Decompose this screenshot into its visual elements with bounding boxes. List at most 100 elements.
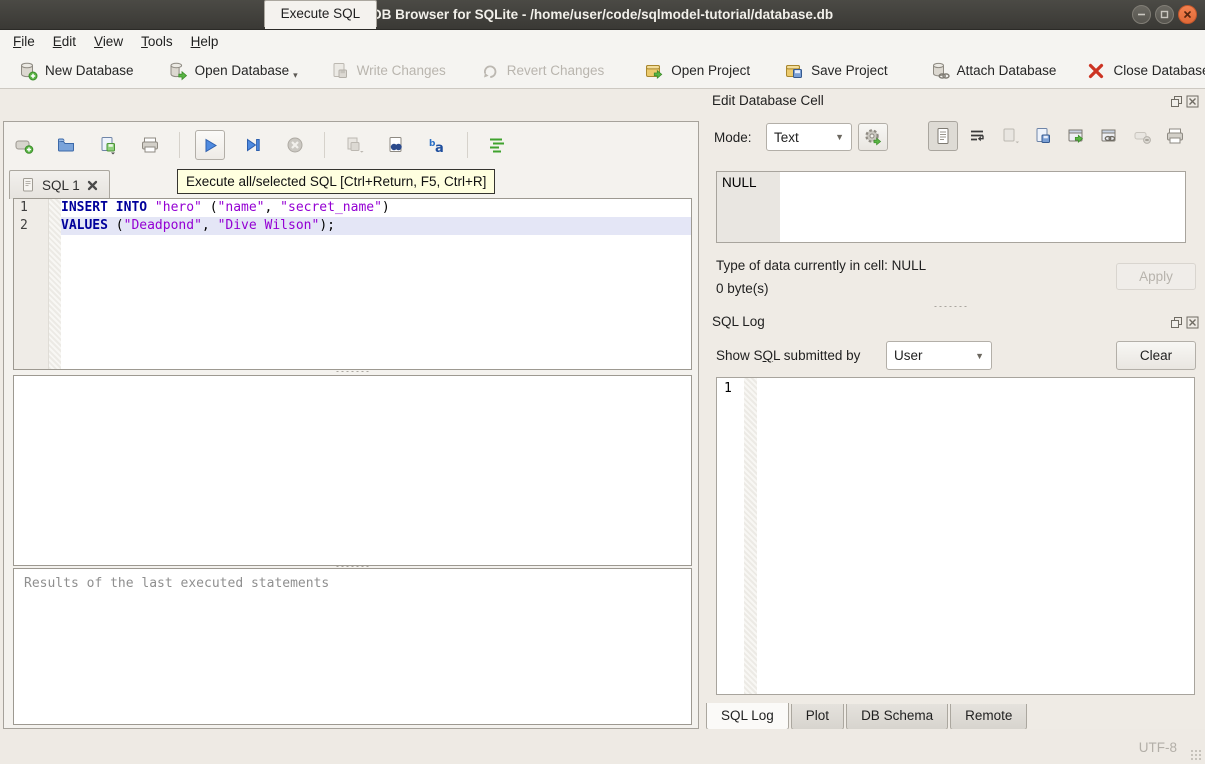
cell-type-info: Type of data currently in cell: NULL — [716, 258, 926, 273]
results-grid-pane[interactable] — [13, 375, 692, 566]
sql-log-title: SQL Log — [712, 314, 765, 329]
save-file-icon — [98, 135, 118, 155]
log-filter-combobox[interactable]: User ▼ — [886, 341, 992, 370]
menu-help[interactable]: Help — [182, 30, 228, 53]
open-database-label: Open Database — [195, 63, 290, 78]
cell-toolbar — [928, 121, 1189, 151]
log-filter-label: Show SQL submitted by — [716, 348, 860, 363]
revert-changes-label: Revert Changes — [507, 63, 605, 78]
float-panel-icon[interactable] — [1170, 95, 1183, 108]
auto-apply-button[interactable] — [858, 123, 888, 151]
log-filter-value: User — [894, 348, 923, 363]
mode-value: Text — [774, 130, 799, 145]
printer-icon — [1165, 126, 1185, 146]
word-wrap-icon — [967, 126, 987, 146]
minimize-button[interactable] — [1132, 5, 1151, 24]
format-sql-button[interactable] — [483, 131, 511, 159]
minimize-icon — [1136, 9, 1147, 20]
close-sql-tab-icon[interactable] — [86, 179, 99, 192]
tab-sql-log[interactable]: SQL Log — [706, 703, 789, 730]
editor-results-splitter[interactable] — [13, 369, 690, 374]
edit-cell-title: Edit Database Cell — [712, 93, 824, 108]
write-changes-icon — [330, 61, 350, 81]
execute-line-icon — [243, 135, 263, 155]
right-dock: Edit Database Cell Mode: Text ▼ — [700, 90, 1205, 729]
maximize-button[interactable] — [1155, 5, 1174, 24]
close-panel-icon[interactable] — [1186, 95, 1199, 108]
sql-toolbar-separator — [179, 132, 180, 158]
tab-remote[interactable]: Remote — [950, 704, 1027, 730]
clear-log-button[interactable]: Clear — [1116, 341, 1196, 370]
titlebar[interactable]: DB Browser for SQLite - /home/user/code/… — [0, 0, 1205, 30]
sql-editor[interactable]: 1 2 INSERT INTO "hero" ("name", "secret_… — [13, 198, 692, 370]
attach-database-button[interactable]: Attach Database — [920, 57, 1067, 85]
close-button[interactable] — [1178, 5, 1197, 24]
open-project-button[interactable]: Open Project — [634, 57, 760, 85]
revert-changes-icon — [480, 61, 500, 81]
sql-doc-tab-label: SQL 1 — [42, 178, 80, 193]
sql-log-view[interactable]: 1 — [716, 377, 1195, 695]
encoding-indicator[interactable]: UTF-8 — [1139, 740, 1177, 755]
window-title: DB Browser for SQLite - /home/user/code/… — [372, 0, 833, 30]
import-icon — [999, 126, 1021, 146]
tab-db-schema[interactable]: DB Schema — [846, 704, 948, 730]
copy-link-button[interactable] — [1095, 122, 1123, 150]
save-results-icon — [343, 135, 365, 155]
code-line-2-current: VALUES ("Deadpond", "Dive Wilson"); — [61, 217, 691, 235]
export-cell-button[interactable] — [1029, 122, 1057, 150]
log-line-number: 1 — [717, 378, 744, 694]
dock-tab-bar: SQL Log Plot DB Schema Remote — [706, 704, 1027, 730]
print-cell-button[interactable] — [1161, 122, 1189, 150]
execute-line-button[interactable] — [239, 131, 267, 159]
find-replace-button[interactable] — [382, 131, 410, 159]
sql-doc-tab[interactable]: SQL 1 — [9, 170, 110, 199]
dock-splitter[interactable] — [900, 304, 1000, 309]
results-message-pane[interactable]: Results of the last executed statements — [13, 568, 692, 725]
execute-all-button[interactable] — [195, 130, 225, 160]
menu-tools[interactable]: Tools — [132, 30, 182, 53]
word-wrap-button[interactable] — [963, 122, 991, 150]
text-mode-button[interactable] — [928, 121, 958, 151]
menu-file[interactable]: File — [4, 30, 44, 53]
mode-label: Mode: — [714, 130, 752, 145]
cell-size-info: 0 byte(s) — [716, 281, 769, 296]
float-panel-icon[interactable] — [1170, 316, 1183, 329]
tab-execute-sql[interactable]: Execute SQL — [264, 0, 378, 27]
close-database-button[interactable]: Close Database — [1076, 57, 1205, 85]
svg-text:a: a — [435, 141, 444, 155]
write-changes-label: Write Changes — [357, 63, 446, 78]
open-external-button[interactable] — [1062, 122, 1090, 150]
menu-view[interactable]: View — [85, 30, 132, 53]
cell-null-value: NULL — [717, 172, 780, 242]
mode-combobox[interactable]: Text ▼ — [766, 123, 852, 151]
menubar: File Edit View Tools Help — [0, 30, 1205, 53]
resize-grip[interactable] — [1190, 749, 1202, 761]
menu-edit[interactable]: Edit — [44, 30, 85, 53]
execute-all-icon — [200, 135, 220, 155]
save-project-button[interactable]: Save Project — [774, 57, 898, 85]
tab-plot[interactable]: Plot — [791, 704, 844, 730]
close-panel-icon[interactable] — [1186, 316, 1199, 329]
new-sql-tab-button[interactable] — [10, 131, 38, 159]
attach-database-label: Attach Database — [957, 63, 1057, 78]
edit-cell-dock-buttons — [1170, 95, 1199, 108]
new-database-button[interactable]: New Database — [8, 57, 144, 85]
save-project-icon — [784, 61, 804, 81]
save-sql-file-button[interactable] — [94, 131, 122, 159]
code-line-1: INSERT INTO "hero" ("name", "secret_name… — [61, 199, 691, 217]
open-project-label: Open Project — [671, 63, 750, 78]
printer-icon — [140, 135, 160, 155]
cell-value-editor[interactable]: NULL — [716, 171, 1186, 243]
find-icon — [386, 135, 406, 155]
print-sql-button[interactable] — [136, 131, 164, 159]
open-database-dropdown-icon[interactable]: ▾ — [293, 71, 298, 80]
open-sql-file-button[interactable] — [52, 131, 80, 159]
sql-doc-icon — [20, 177, 36, 193]
new-database-label: New Database — [45, 63, 134, 78]
auto-completion-button[interactable]: b a — [424, 131, 452, 159]
code-area[interactable]: INSERT INTO "hero" ("name", "secret_name… — [61, 199, 691, 369]
main-toolbar: New Database Open Database ▾ — [0, 53, 1205, 89]
open-database-button[interactable]: Open Database ▾ — [158, 57, 308, 85]
apply-button: Apply — [1116, 263, 1196, 290]
close-database-icon — [1086, 61, 1106, 81]
